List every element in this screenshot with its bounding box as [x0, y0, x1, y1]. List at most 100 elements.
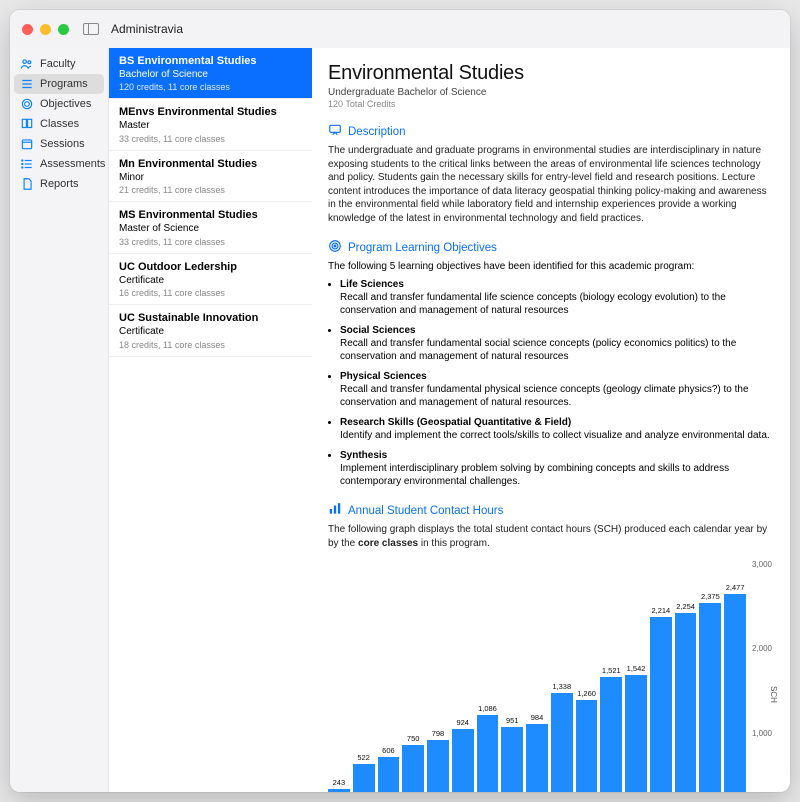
plo-header: Program Learning Objectives — [328, 239, 774, 256]
objective-desc: Identify and implement the correct tools… — [340, 430, 770, 441]
sidebar-toggle-icon[interactable] — [83, 23, 99, 35]
program-subtitle: Undergraduate Bachelor of Science — [328, 87, 774, 98]
bar-value: 606 — [382, 746, 395, 755]
sidebar-item-label: Classes — [40, 118, 79, 130]
chart-bars: 2432007522200860620097502010798201192420… — [328, 560, 746, 792]
program-item-sub: Master of Science — [119, 223, 302, 235]
y-tick: 3,000 — [752, 560, 772, 569]
bar-rect — [353, 764, 375, 792]
minimize-window-button[interactable] — [40, 24, 51, 35]
sch-chart: 3,0002,0001,0000 SCH 2432007522200860620… — [328, 560, 774, 792]
program-item-sub: Master — [119, 120, 302, 132]
bar-rect — [625, 675, 647, 792]
bar-value: 2,477 — [726, 583, 745, 592]
bar: 1,5212018 — [600, 560, 622, 792]
bar-rect — [501, 727, 523, 792]
program-item-sub: Bachelor of Science — [119, 69, 302, 81]
bar: 7502010 — [402, 560, 424, 792]
bar-value: 1,260 — [577, 689, 596, 698]
program-item-title: MEnvs Environmental Studies — [119, 106, 302, 119]
sidebar-item-programs[interactable]: Programs — [14, 74, 104, 94]
sidebar-item-label: Assessments — [40, 158, 105, 170]
sidebar-item-reports[interactable]: Reports — [14, 174, 104, 194]
calendar-icon — [20, 139, 34, 150]
objective-title: Physical Sciences — [340, 371, 427, 382]
programs-list: BS Environmental StudiesBachelor of Scie… — [108, 48, 312, 792]
plo-intro: The following 5 learning objectives have… — [328, 261, 774, 272]
objective-item: Physical Sciences Recall and transfer fun… — [340, 370, 774, 409]
sidebar-item-assessments[interactable]: Assessments — [14, 154, 104, 174]
objective-item: Synthesis Implement interdisciplinary pro… — [340, 449, 774, 488]
bar-rect — [452, 729, 474, 792]
objective-desc: Recall and transfer fundamental physical… — [340, 384, 749, 408]
target-icon — [328, 239, 342, 256]
app-body: Faculty Programs Objectives Classes Sessions… — [10, 48, 790, 792]
bar-rect — [650, 617, 672, 792]
program-item-title: UC Outdoor Ledership — [119, 261, 302, 274]
program-item[interactable]: MEnvs Environmental StudiesMaster 33 cred… — [109, 99, 312, 150]
program-item[interactable]: Mn Environmental StudiesMinor21 credits,… — [109, 151, 312, 202]
program-credits: 120 Total Credits — [328, 99, 774, 109]
sch-intro: The following graph displays the total s… — [328, 523, 774, 550]
bar-chart-icon — [328, 502, 342, 519]
description-header: Description — [328, 123, 774, 140]
bar: 9842015 — [526, 560, 548, 792]
bar-rect — [675, 613, 697, 792]
program-item-sub: Minor — [119, 172, 302, 184]
objective-item: Social Sciences Recall and transfer funda… — [340, 324, 774, 363]
doc-icon — [20, 179, 34, 190]
bar-rect — [427, 740, 449, 792]
bar: 9242012 — [452, 560, 474, 792]
sidebar-nav: Faculty Programs Objectives Classes Sessions… — [10, 48, 108, 792]
bar-rect — [378, 757, 400, 792]
sidebar-item-sessions[interactable]: Sessions — [14, 134, 104, 154]
objective-desc: Implement interdisciplinary problem solv… — [340, 463, 729, 487]
sidebar-item-objectives[interactable]: Objectives — [14, 94, 104, 114]
app-window: Administravia Faculty Programs Objectives C… — [10, 10, 790, 792]
close-window-button[interactable] — [22, 24, 33, 35]
sch-header-text: Annual Student Contact Hours — [348, 505, 503, 517]
sidebar-item-faculty[interactable]: Faculty — [14, 54, 104, 74]
program-title: Environmental Studies — [328, 62, 774, 85]
chart-y-axis: 3,0002,0001,0000 — [752, 560, 772, 792]
bar-rect — [477, 715, 499, 792]
objective-desc: Recall and transfer fundamental social s… — [340, 338, 736, 362]
people-icon — [20, 59, 34, 70]
zoom-window-button[interactable] — [58, 24, 69, 35]
program-item-meta: 120 credits, 11 core classes — [119, 82, 302, 92]
bar-rect — [402, 745, 424, 793]
program-item[interactable]: MS Environmental StudiesMaster of Scienc… — [109, 202, 312, 253]
traffic-lights — [22, 24, 69, 35]
bar-rect — [551, 693, 573, 792]
list-icon — [20, 159, 34, 170]
objective-desc: Recall and transfer fundamental life sci… — [340, 292, 726, 316]
y-tick: 2,000 — [752, 644, 772, 653]
objective-title: Synthesis — [340, 450, 387, 461]
program-item[interactable]: BS Environmental StudiesBachelor of Scie… — [109, 48, 312, 99]
program-item-title: UC Sustainable Innovation — [119, 312, 302, 325]
description-header-text: Description — [348, 126, 406, 138]
bar-value: 798 — [432, 729, 445, 738]
bar-rect — [724, 594, 746, 792]
bar: 2,2542021 — [675, 560, 697, 792]
program-item-meta: 33 credits, 11 core classes — [119, 134, 302, 144]
program-item-title: Mn Environmental Studies — [119, 158, 302, 171]
program-item-title: MS Environmental Studies — [119, 209, 302, 222]
titlebar: Administravia — [10, 10, 790, 48]
bar: 2,3752022 — [699, 560, 721, 792]
bar-value: 984 — [531, 713, 544, 722]
bar-value: 951 — [506, 716, 519, 725]
objective-title: Social Sciences — [340, 325, 416, 336]
bar: 2,4772023 — [724, 560, 746, 792]
sidebar-item-label: Programs — [40, 78, 88, 90]
sidebar-item-classes[interactable]: Classes — [14, 114, 104, 134]
program-item[interactable]: UC Outdoor LedershipCertificate16 credit… — [109, 254, 312, 305]
bar-value: 2,254 — [676, 602, 695, 611]
sch-header: Annual Student Contact Hours — [328, 502, 774, 519]
bar: 2,2142020 — [650, 560, 672, 792]
bar: 7982011 — [427, 560, 449, 792]
program-item-meta: 16 credits, 11 core classes — [119, 288, 302, 298]
bar: 1,2602017 — [576, 560, 598, 792]
plo-header-text: Program Learning Objectives — [348, 242, 497, 254]
program-item[interactable]: UC Sustainable InnovationCertificate18 c… — [109, 305, 312, 356]
